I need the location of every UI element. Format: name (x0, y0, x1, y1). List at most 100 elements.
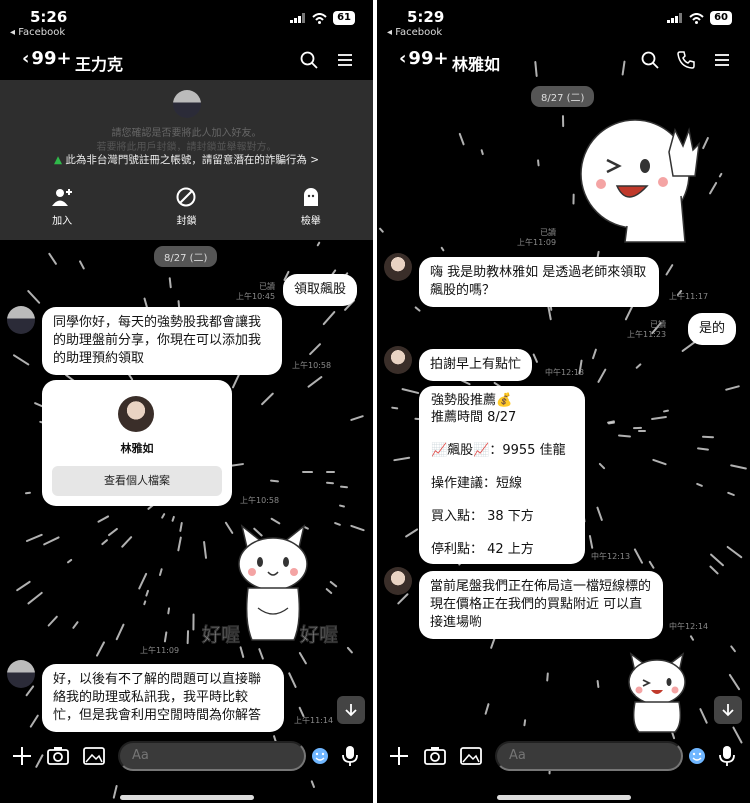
star-streak (137, 572, 148, 590)
read-receipt: 已讀 (540, 228, 557, 237)
back-to-app-link[interactable]: ◂ Facebook (387, 27, 442, 38)
star-streak (634, 363, 642, 370)
chat-title: 王力克 (75, 55, 124, 74)
message-meta: 已讀 上午11:23 (627, 320, 666, 340)
contact-name: 林雅如 (120, 442, 154, 455)
scroll-to-bottom-button[interactable] (714, 696, 742, 724)
search-icon[interactable] (299, 50, 319, 70)
image-icon[interactable] (82, 744, 106, 768)
star-streak (42, 536, 60, 546)
emoji-icon[interactable] (688, 747, 706, 765)
home-indicator[interactable] (497, 795, 631, 800)
add-friend-button[interactable]: 加入 (27, 186, 97, 227)
back-to-app-link[interactable]: ◂ Facebook (10, 27, 65, 38)
star-streak (618, 434, 632, 438)
back-button[interactable]: ‹ 99+ (22, 48, 72, 69)
chevron-left-icon: ‹ (22, 48, 30, 69)
recommended-stock: 📈飆股📈：9955 佳龍 (431, 443, 566, 458)
star-streak (177, 536, 182, 552)
camera-icon[interactable] (46, 744, 70, 768)
message-time: 上午11:17 (669, 292, 709, 301)
star-streak (589, 534, 594, 550)
star-streak (523, 718, 527, 727)
star-streak (701, 435, 715, 438)
cat-sticker[interactable]: 好喔 好喔 (200, 522, 350, 650)
star-streak (322, 310, 337, 326)
menu-icon[interactable] (712, 50, 732, 70)
phone-call-icon[interactable] (676, 50, 696, 70)
star-streak (607, 421, 616, 425)
sender-avatar[interactable] (384, 346, 412, 374)
chevron-left-icon: ‹ (399, 48, 407, 69)
avatar (173, 90, 201, 118)
outgoing-message[interactable]: 是的 (688, 313, 737, 345)
star-streak (561, 114, 564, 127)
star-streak (637, 430, 646, 433)
waving-character-sticker-image (580, 119, 701, 243)
incoming-message[interactable]: 好，以後有不了解的問題可以直接聯絡我的助理或私訊我，我平時比較忙，但是我會利用空… (42, 664, 284, 732)
star-streak (186, 630, 189, 644)
star-streak (15, 580, 31, 592)
star-streak (401, 387, 420, 395)
plus-icon[interactable] (10, 744, 34, 768)
camera-icon[interactable] (423, 744, 447, 768)
star-streak (231, 373, 241, 389)
star-streak (708, 181, 718, 195)
incoming-message[interactable]: 同學你好，每天的強勢股我都會讓我的助理盤前分享，你現在可以添加我的助理預約領取 (42, 307, 282, 375)
incoming-message[interactable]: 嗨 我是助教林雅如 是透過老師來領取飆股的嗎？ (419, 257, 659, 307)
fraud-warning-link[interactable]: ▲ 此為非台灣門號註冊之帳號，請留意潛在的詐騙行為 > (0, 152, 373, 167)
sender-avatar[interactable] (7, 660, 35, 688)
message-composer (0, 734, 373, 778)
star-streak (596, 506, 604, 522)
sender-avatar[interactable] (384, 253, 412, 281)
star-streak (72, 620, 80, 629)
report-icon (303, 188, 318, 206)
block-button[interactable]: 封鎖 (151, 186, 221, 227)
view-profile-button[interactable]: 查看個人檔案 (52, 466, 222, 496)
buy-point: 買入點： 38 下方 (431, 509, 534, 524)
message-time: 中午12:13 (545, 368, 585, 377)
microphone-icon[interactable] (715, 744, 739, 768)
menu-icon[interactable] (335, 50, 355, 70)
star-streak (377, 227, 384, 234)
star-streak (270, 479, 280, 483)
sender-avatar[interactable] (7, 306, 35, 334)
emoji-icon[interactable] (311, 747, 329, 765)
incoming-message[interactable]: 拍謝早上有點忙 (419, 349, 533, 381)
system-icons: 60 (667, 11, 732, 25)
star-streak (167, 607, 171, 615)
report-label: 檢舉 (300, 216, 321, 227)
line-character-sticker[interactable] (577, 116, 707, 244)
sender-avatar[interactable] (384, 567, 412, 595)
message-time: 上午11:09 (517, 238, 557, 247)
microphone-icon[interactable] (338, 744, 362, 768)
image-icon[interactable] (459, 744, 483, 768)
back-button[interactable]: ‹ 99+ (399, 48, 449, 69)
add-friend-label: 加入 (52, 216, 73, 227)
star-streak (47, 615, 59, 627)
report-button[interactable]: 檢舉 (276, 186, 346, 227)
stock-recommendation-message[interactable]: 強勢股推薦💰 推薦時間 8/27 📈飆股📈：9955 佳龍 操作建議：短線 買入… (419, 386, 585, 564)
message-time: 上午11:09 (140, 646, 180, 655)
message-input[interactable] (118, 741, 306, 771)
message-input[interactable] (495, 741, 683, 771)
date-separator: 8/27 (二) (531, 86, 595, 107)
contact-share-card[interactable]: 林雅如 查看個人檔案 (42, 380, 232, 506)
home-indicator[interactable] (120, 795, 254, 800)
chat-header: ‹ 99+ 林雅如 (377, 44, 750, 78)
search-icon[interactable] (640, 50, 660, 70)
wifi-icon (312, 12, 327, 24)
star-streak (709, 553, 725, 568)
cat-sticker[interactable] (617, 652, 697, 734)
star-streak (349, 524, 365, 532)
battery-indicator: 60 (710, 11, 732, 25)
star-streak (191, 613, 195, 631)
scroll-to-bottom-button[interactable] (337, 696, 365, 724)
star-streak (729, 644, 737, 653)
incoming-message[interactable]: 當前尾盤我們正在佈局這一檔短線標的 現在價格正在我們的買點附近 可以直接進場喲 (419, 571, 663, 639)
signal-icon (290, 13, 306, 23)
message-meta: 已讀 上午11:09 (517, 228, 556, 248)
block-label: 封鎖 (176, 216, 197, 227)
outgoing-message[interactable]: 領取飆股 (283, 274, 358, 306)
plus-icon[interactable] (387, 744, 411, 768)
